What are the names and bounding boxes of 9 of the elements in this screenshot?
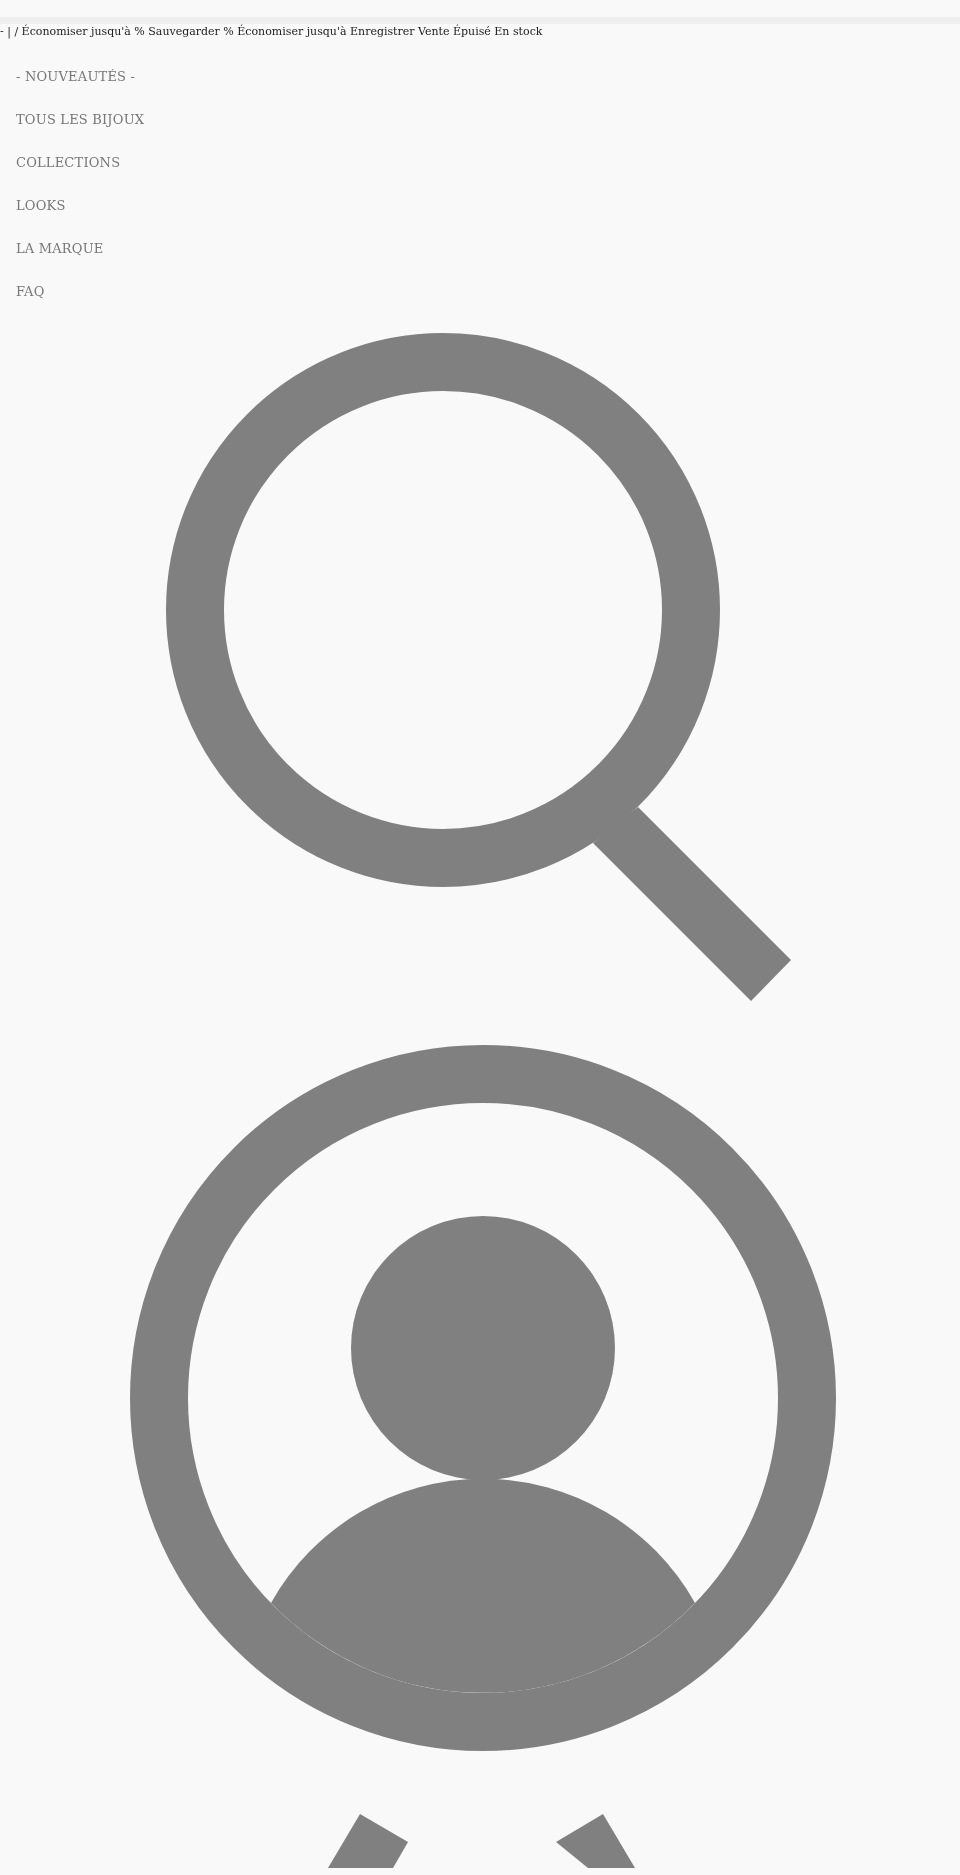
search-icon[interactable] bbox=[164, 331, 794, 1003]
nav-link[interactable]: COLLECTIONS bbox=[16, 141, 121, 184]
nav-link[interactable]: TOUS LES BIJOUX bbox=[16, 98, 145, 141]
nav-link[interactable]: - NOUVEAUTÉS - bbox=[16, 55, 136, 98]
nav-link[interactable]: LA MARQUE bbox=[16, 227, 104, 270]
nav-link[interactable]: LOOKS bbox=[16, 184, 66, 227]
announcement-text: - | / Économiser jusqu'à % Sauvegarder % Économiser jusqu'à Enregistrer Vente Épuisé En stock bbox=[0, 24, 544, 40]
user-icon[interactable] bbox=[129, 1044, 837, 1752]
nav-link[interactable]: FAQ bbox=[16, 270, 45, 313]
